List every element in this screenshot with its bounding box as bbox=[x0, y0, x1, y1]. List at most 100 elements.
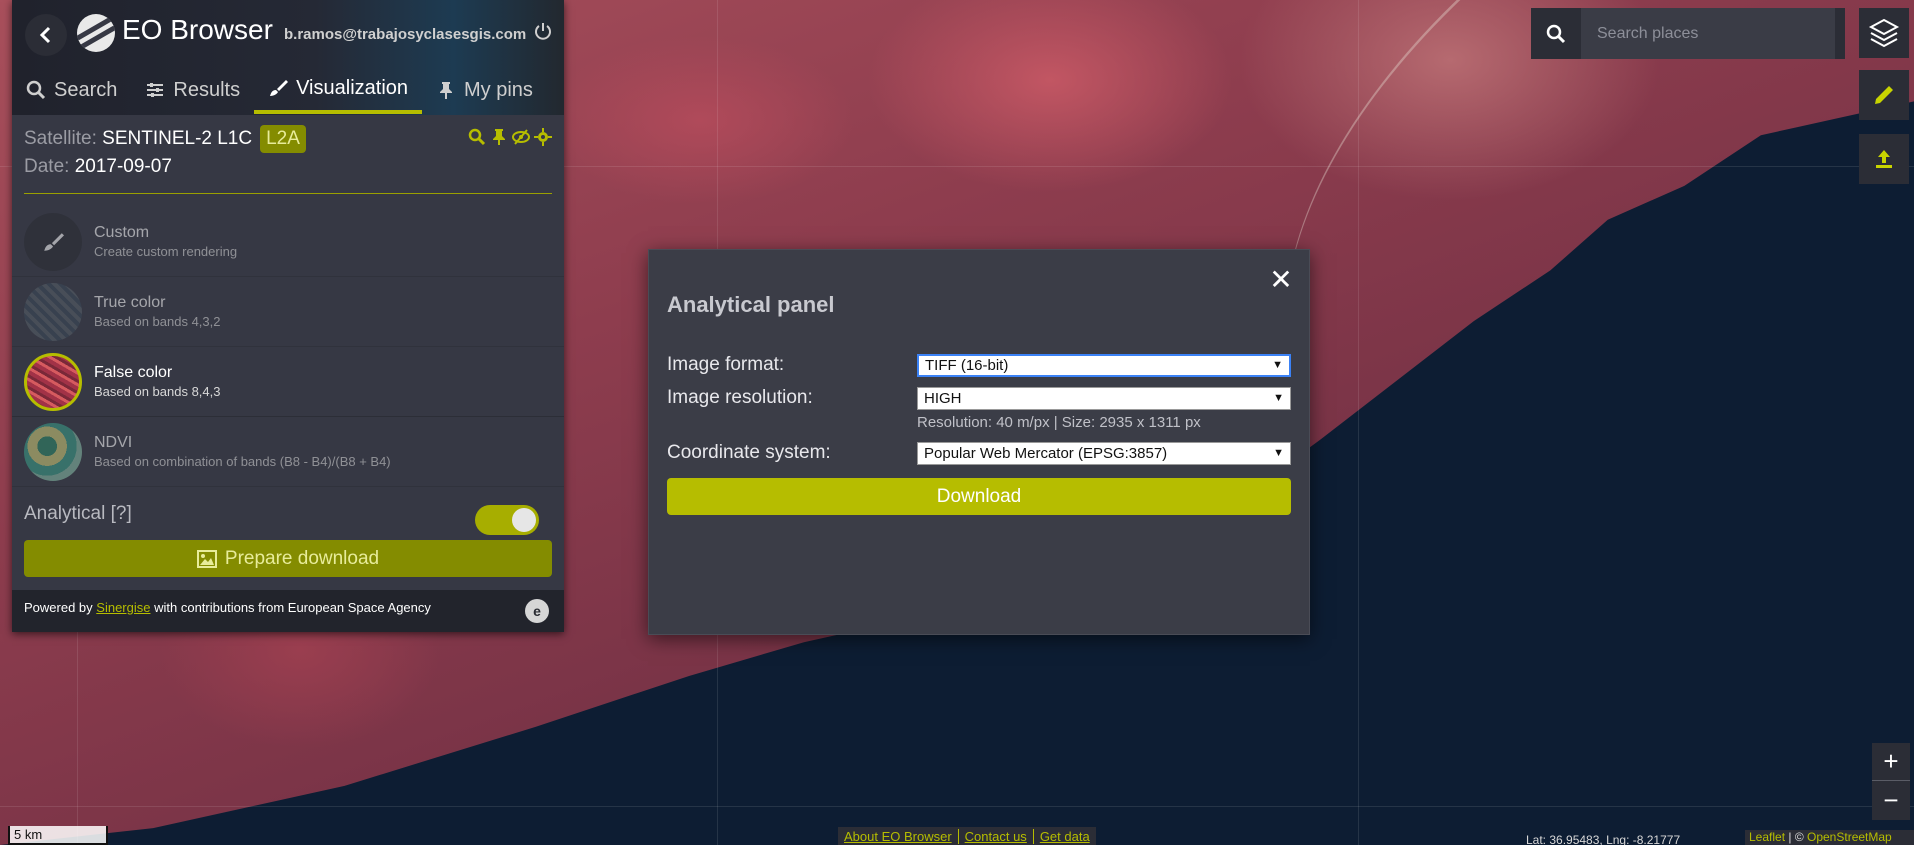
upload-button[interactable] bbox=[1859, 134, 1909, 184]
image-resolution-label: Image resolution: bbox=[667, 387, 813, 408]
analytical-toggle[interactable] bbox=[475, 505, 539, 535]
zoom-to-tile-icon[interactable] bbox=[468, 128, 486, 146]
tab-label: Results bbox=[173, 78, 241, 101]
l2a-badge[interactable]: L2A bbox=[260, 125, 306, 153]
panel-footer: Powered by Sinergise with contributions … bbox=[12, 590, 564, 632]
layer-description: Based on bands 4,3,2 bbox=[94, 314, 221, 329]
layer-name: False color bbox=[94, 364, 173, 381]
dataset-info: Satellite: SENTINEL-2 L1C L2A Date: 2017-… bbox=[24, 125, 306, 181]
brush-icon bbox=[270, 80, 289, 96]
image-icon bbox=[196, 549, 217, 568]
pin-icon[interactable] bbox=[490, 128, 508, 146]
collapse-button[interactable] bbox=[25, 14, 67, 56]
image-format-label: Image format: bbox=[667, 354, 785, 375]
pencil-icon bbox=[1875, 86, 1893, 104]
analytical-panel: ✕ Analytical panel Image format: TIFF (1… bbox=[648, 249, 1310, 635]
tab-label: My pins bbox=[464, 78, 533, 101]
eye-slash-icon[interactable] bbox=[512, 128, 530, 146]
search-icon[interactable] bbox=[1531, 8, 1581, 59]
about-link[interactable]: About EO Browser bbox=[838, 828, 959, 844]
tab-visualization[interactable]: Visualization bbox=[254, 66, 423, 114]
date-label: Date: bbox=[24, 156, 70, 177]
zoom-out-button[interactable]: − bbox=[1872, 781, 1910, 819]
pin-icon bbox=[440, 82, 453, 99]
cursor-coordinates: Lat: 36.95483, Lng: -8.21777 bbox=[1526, 833, 1681, 845]
date-value: 2017-09-07 bbox=[74, 156, 172, 177]
zoom-control: + − bbox=[1872, 743, 1910, 820]
contact-link[interactable]: Contact us bbox=[959, 828, 1034, 844]
dropdown-arrow-icon: ▼ bbox=[1273, 447, 1284, 459]
search-icon bbox=[26, 80, 46, 100]
coordinate-system-select[interactable]: Popular Web Mercator (EPSG:3857) ▼ bbox=[917, 442, 1291, 465]
zoom-in-button[interactable]: + bbox=[1872, 743, 1910, 781]
dropdown-arrow-icon: ▼ bbox=[1272, 359, 1283, 371]
layer-description: Create custom rendering bbox=[94, 244, 238, 259]
image-resolution-value: HIGH bbox=[924, 390, 962, 407]
panel-header: EO Browser b.ramos@trabajosyclasesgis.co… bbox=[12, 0, 564, 115]
power-icon[interactable] bbox=[534, 22, 552, 40]
layer-item-ndvi[interactable]: NDVI Based on combination of bands (B8 -… bbox=[12, 417, 564, 487]
image-format-select[interactable]: TIFF (16-bit) ▼ bbox=[917, 354, 1291, 377]
layer-name: Custom bbox=[94, 224, 150, 241]
footer-links: About EO Browser Contact us Get data bbox=[838, 827, 1096, 845]
chevron-left-icon bbox=[39, 26, 51, 44]
layer-thumbnail bbox=[24, 422, 82, 481]
powered-by: Powered by Sinergise with contributions … bbox=[24, 600, 431, 615]
layer-thumbnail bbox=[24, 352, 82, 411]
close-icon[interactable]: ✕ bbox=[1269, 266, 1293, 294]
prepare-download-button[interactable]: Prepare download bbox=[24, 540, 552, 577]
coordinate-system-label: Coordinate system: bbox=[667, 442, 831, 463]
layer-name: NDVI bbox=[94, 434, 133, 451]
eo-browser-logo-icon bbox=[77, 14, 115, 52]
analytical-label[interactable]: Analytical [?] bbox=[24, 503, 132, 525]
layer-item-custom[interactable]: Custom Create custom rendering bbox=[12, 207, 564, 277]
upload-icon bbox=[1876, 150, 1892, 168]
divider bbox=[24, 193, 552, 194]
powered-suffix: with contributions from European Space A… bbox=[154, 600, 431, 615]
get-data-link[interactable]: Get data bbox=[1034, 829, 1096, 844]
draw-aoi-button[interactable] bbox=[1859, 70, 1909, 120]
resolution-note: Resolution: 40 m/px | Size: 2935 x 1311 … bbox=[917, 414, 1201, 431]
layer-thumbnail bbox=[24, 212, 82, 271]
tab-bar: Search Results Visualization My pins bbox=[12, 66, 547, 114]
layer-name: True color bbox=[94, 294, 166, 311]
layers-button[interactable] bbox=[1859, 8, 1909, 58]
coordinate-system-value: Popular Web Mercator (EPSG:3857) bbox=[924, 445, 1168, 462]
layer-item-false-color[interactable]: False color Based on bands 8,4,3 bbox=[12, 347, 564, 417]
sidebar-panel: EO Browser b.ramos@trabajosyclasesgis.co… bbox=[12, 0, 564, 632]
info-toolbar bbox=[468, 128, 552, 146]
layer-description: Based on bands 8,4,3 bbox=[94, 384, 221, 399]
layer-description: Based on combination of bands (B8 - B4)/… bbox=[94, 454, 391, 469]
modal-title: Analytical panel bbox=[667, 292, 835, 317]
prepare-download-label: Prepare download bbox=[224, 547, 380, 569]
download-button[interactable]: Download bbox=[667, 478, 1291, 515]
leaflet-link[interactable]: Leaflet bbox=[1749, 830, 1785, 844]
image-format-value: TIFF (16-bit) bbox=[925, 357, 1009, 374]
satellite-value: SENTINEL-2 L1C bbox=[102, 128, 253, 149]
map-scale: 5 km bbox=[8, 826, 108, 845]
layers-icon bbox=[1868, 18, 1900, 48]
app-title: EO Browser bbox=[122, 14, 273, 45]
user-email: b.ramos@trabajosyclasesgis.com bbox=[284, 26, 527, 43]
attribution-separator: | © bbox=[1785, 830, 1807, 844]
tab-search[interactable]: Search bbox=[12, 66, 131, 114]
tab-label: Search bbox=[54, 78, 118, 101]
dropdown-arrow-icon: ▼ bbox=[1273, 392, 1284, 404]
tab-results[interactable]: Results bbox=[131, 66, 254, 114]
gear-icon[interactable] bbox=[534, 128, 552, 146]
esa-logo[interactable]: e bbox=[525, 599, 549, 623]
satellite-label: Satellite: bbox=[24, 128, 97, 149]
search-places-box bbox=[1531, 8, 1845, 59]
layer-list: Custom Create custom rendering True colo… bbox=[12, 207, 564, 487]
sliders-icon bbox=[147, 83, 164, 97]
map-attribution: Leaflet | © OpenStreetMap bbox=[1745, 830, 1914, 845]
search-places-input[interactable] bbox=[1581, 8, 1835, 59]
sinergise-link[interactable]: Sinergise bbox=[96, 600, 150, 615]
tab-my-pins[interactable]: My pins bbox=[422, 66, 547, 114]
brush-icon bbox=[44, 232, 64, 251]
osm-link[interactable]: OpenStreetMap bbox=[1807, 830, 1892, 844]
layer-item-true-color[interactable]: True color Based on bands 4,3,2 bbox=[12, 277, 564, 347]
tab-label: Visualization bbox=[296, 76, 409, 99]
image-resolution-select[interactable]: HIGH ▼ bbox=[917, 387, 1291, 410]
powered-prefix: Powered by bbox=[24, 600, 93, 615]
